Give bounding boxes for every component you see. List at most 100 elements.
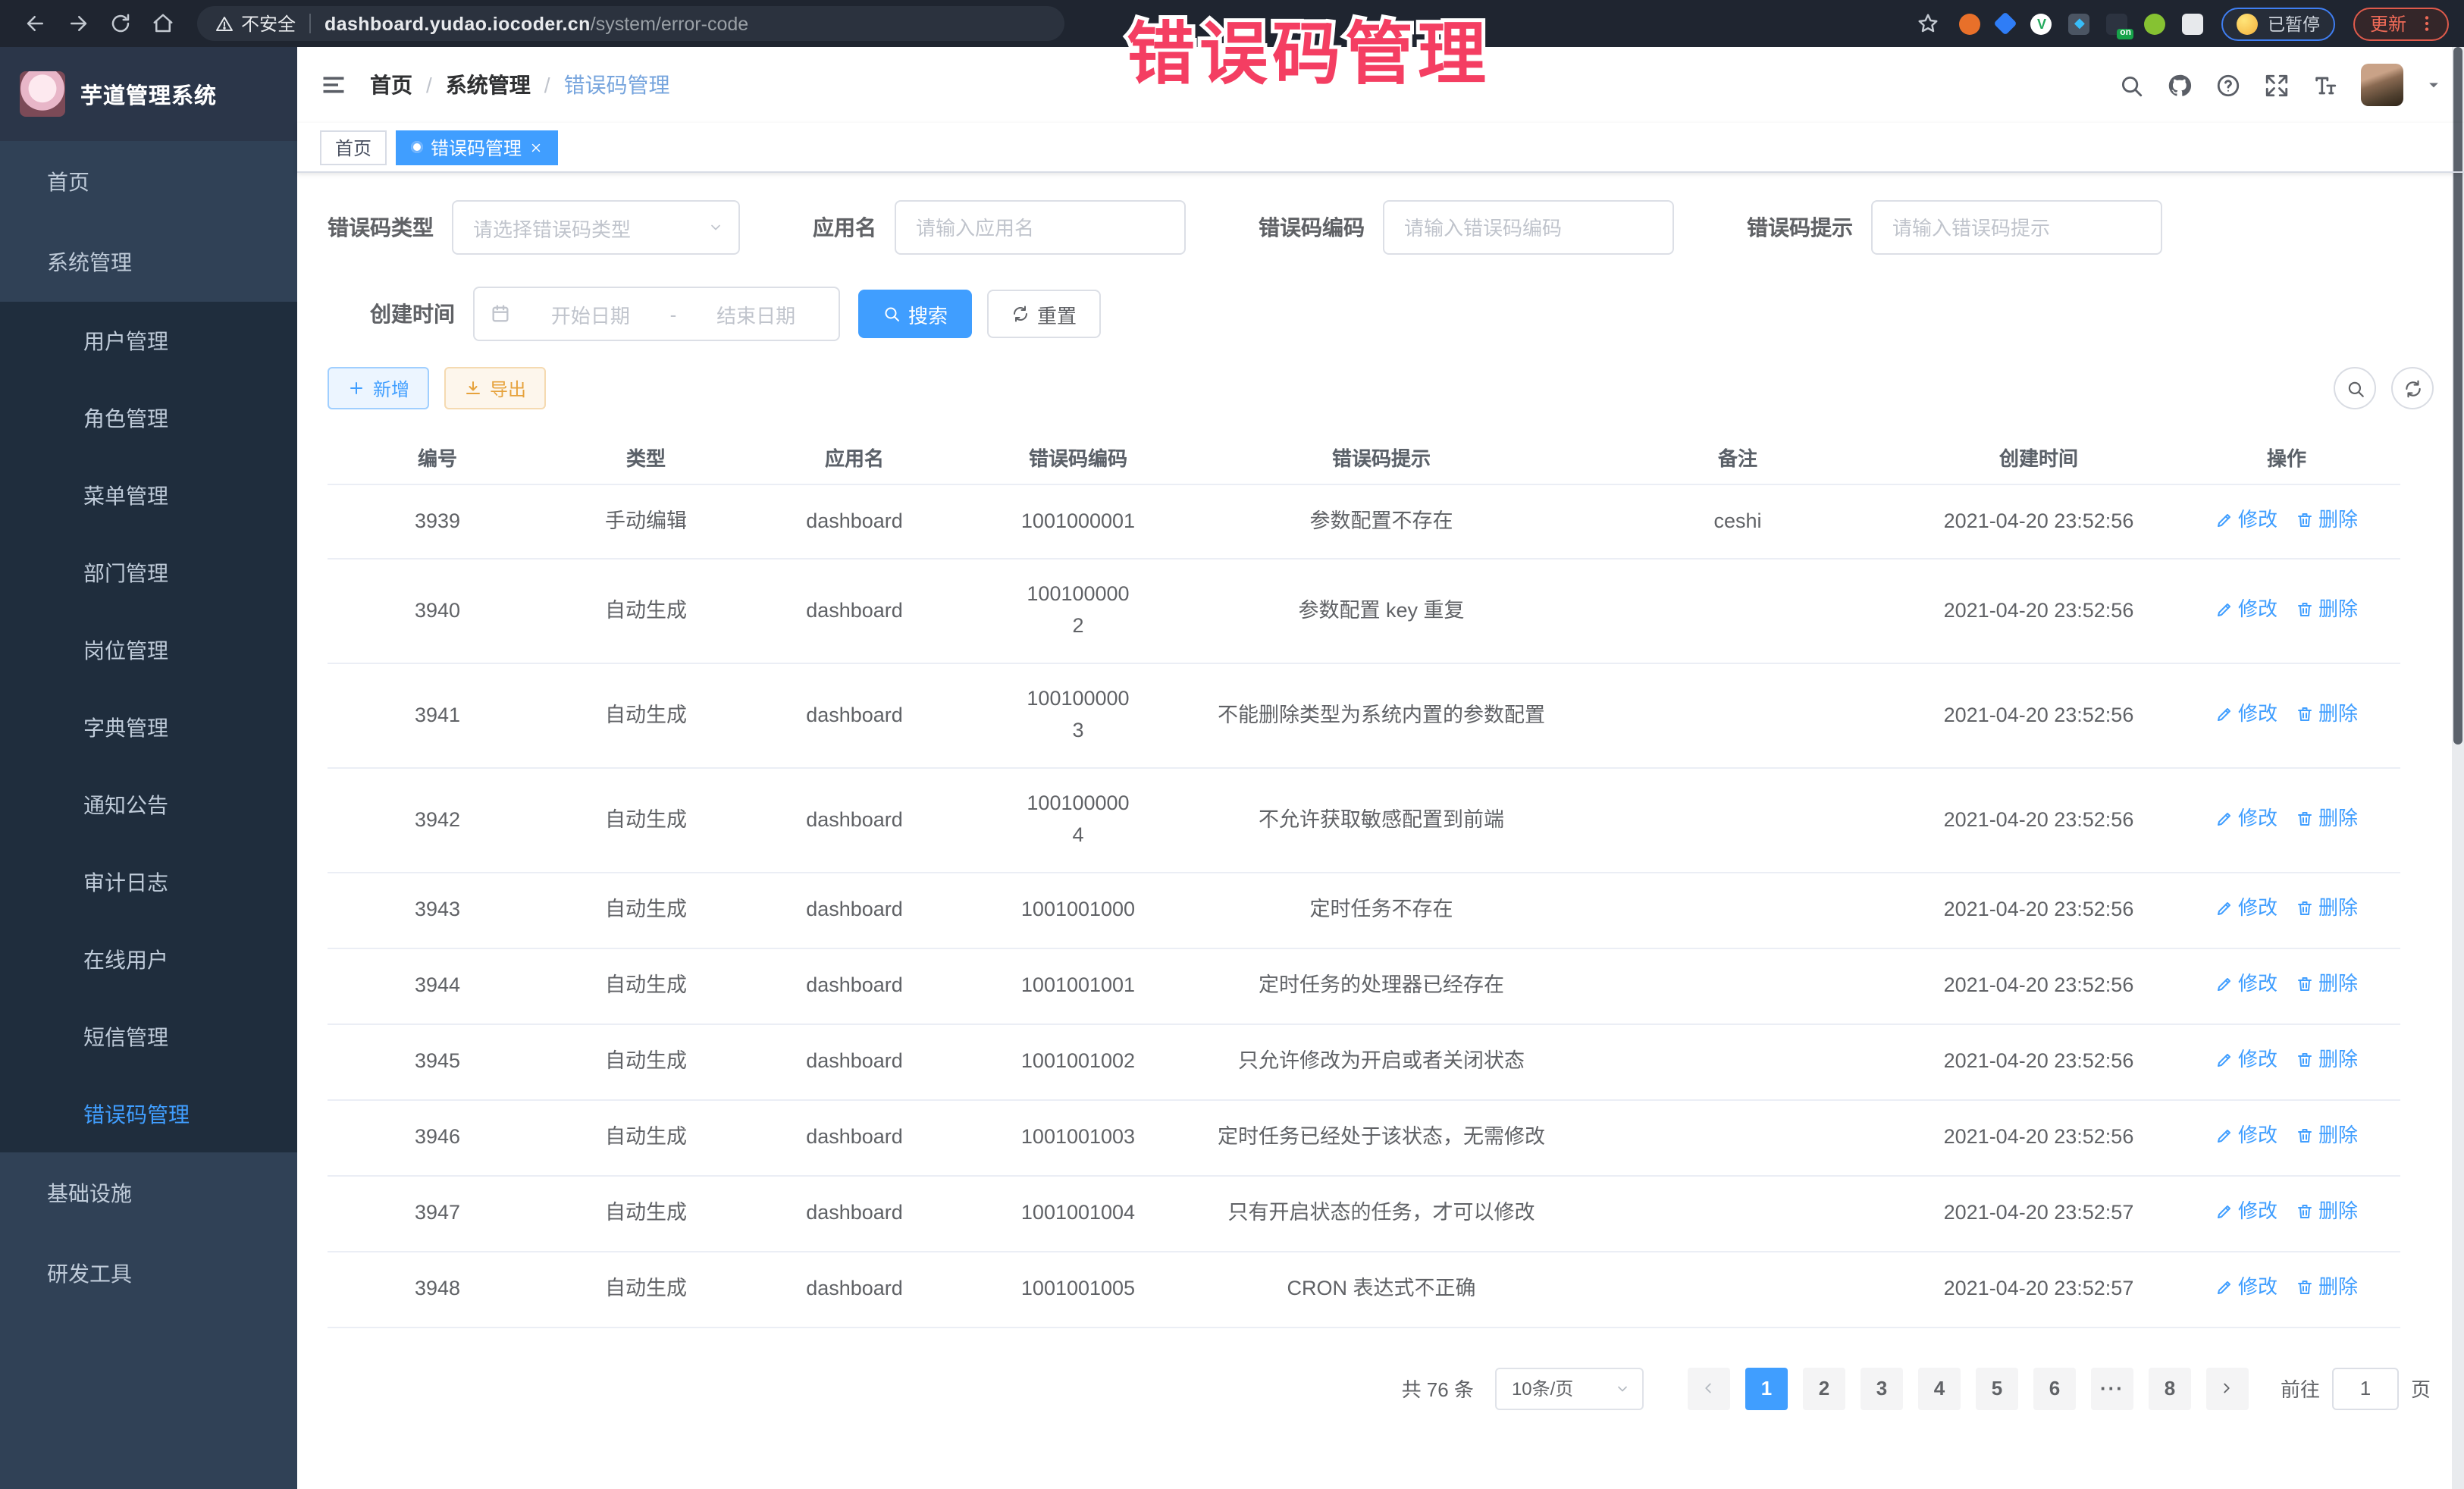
next-page-button[interactable] xyxy=(2206,1368,2249,1410)
search-button[interactable]: 搜索 xyxy=(858,290,972,338)
app-title: 芋道管理系统 xyxy=(80,78,217,110)
sidebar-item-sms-mail[interactable]: 短信管理 xyxy=(0,998,297,1075)
sidebar-item-dashboard[interactable]: 首页 xyxy=(0,141,297,221)
github-icon[interactable] xyxy=(2167,72,2193,98)
browser-update-menu-button[interactable]: 更新 xyxy=(2353,7,2449,40)
delete-link[interactable]: 删除 xyxy=(2296,969,2358,999)
profile-paused-pill[interactable]: 已暂停 xyxy=(2222,7,2335,40)
edit-link[interactable]: 修改 xyxy=(2215,803,2277,833)
export-button[interactable]: 导出 xyxy=(444,367,546,409)
sidebar-item-gear[interactable]: 系统管理 xyxy=(0,221,297,302)
page-button-4[interactable]: 4 xyxy=(1918,1368,1961,1410)
hamburger-icon[interactable] xyxy=(320,71,347,99)
edit-link[interactable]: 修改 xyxy=(2215,1045,2277,1075)
sidebar-item-label: 部门管理 xyxy=(83,557,168,588)
puzzle-extension-icon[interactable] xyxy=(2183,13,2204,34)
grid-extension-icon[interactable]: ◆ xyxy=(2069,13,2090,34)
edit-link[interactable]: 修改 xyxy=(2215,594,2277,625)
green-v-extension-icon[interactable]: V xyxy=(2031,13,2052,34)
sidebar-item-user[interactable]: 用户管理 xyxy=(0,302,297,379)
browser-home-icon[interactable] xyxy=(143,5,182,42)
header-search-icon[interactable] xyxy=(2118,72,2144,98)
green-key-extension-icon[interactable] xyxy=(2145,13,2166,34)
sidebar-item-audit-edit[interactable]: 审计日志 xyxy=(0,843,297,920)
sidebar-item-online-eye[interactable]: 在线用户 xyxy=(0,920,297,998)
page-button-2[interactable]: 2 xyxy=(1803,1368,1845,1410)
cell-operations: 修改删除 xyxy=(2173,873,2400,948)
breadcrumb-system[interactable]: 系统管理 xyxy=(446,70,531,100)
cell-type: 自动生成 xyxy=(547,768,745,873)
page-button-1[interactable]: 1 xyxy=(1745,1368,1788,1410)
dark-on-extension-icon[interactable]: on xyxy=(2107,13,2128,34)
cell-remark xyxy=(1571,664,1904,769)
user-avatar[interactable] xyxy=(2361,64,2403,106)
sidebar-item-menu-list[interactable]: 菜单管理 xyxy=(0,456,297,534)
tab-home[interactable]: 首页 xyxy=(320,130,387,165)
edit-link[interactable]: 修改 xyxy=(2215,1272,2277,1302)
sidebar-logo[interactable]: 芋道管理系统 xyxy=(0,47,297,141)
reset-button[interactable]: 重置 xyxy=(987,290,1101,338)
edit-link[interactable]: 修改 xyxy=(2215,504,2277,534)
font-size-icon[interactable] xyxy=(2312,72,2338,98)
error-hint-label: 错误码提示 xyxy=(1747,212,1871,243)
page-button-3[interactable]: 3 xyxy=(1861,1368,1903,1410)
table-row: 3940自动生成dashboard100100000 2参数配置 key 重复2… xyxy=(328,560,2400,664)
browser-forward-icon[interactable] xyxy=(58,5,97,42)
edit-link[interactable]: 修改 xyxy=(2215,1196,2277,1227)
delete-link[interactable]: 删除 xyxy=(2296,699,2358,729)
blue-gem-extension-icon[interactable] xyxy=(1994,11,2017,35)
delete-link[interactable]: 删除 xyxy=(2296,1272,2358,1302)
address-bar[interactable]: 不安全 dashboard.yudao.iocoder.cn /system/e… xyxy=(197,6,1064,41)
cell-remark xyxy=(1571,1100,1904,1176)
sidebar-item-id-card[interactable]: 岗位管理 xyxy=(0,611,297,688)
avatar-caret-down-icon[interactable] xyxy=(2426,77,2441,92)
edit-link[interactable]: 修改 xyxy=(2215,969,2277,999)
cell-code: 1001001004 xyxy=(964,1176,1192,1252)
sidebar-item-code-brackets[interactable]: 错误码管理 xyxy=(0,1075,297,1152)
delete-link[interactable]: 删除 xyxy=(2296,1121,2358,1151)
toggle-search-button[interactable] xyxy=(2334,367,2376,409)
page-button-8[interactable]: 8 xyxy=(2149,1368,2191,1410)
error-hint-input[interactable] xyxy=(1871,200,2162,255)
page-button-6[interactable]: 6 xyxy=(2033,1368,2076,1410)
delete-link[interactable]: 删除 xyxy=(2296,803,2358,833)
tab-close-icon[interactable] xyxy=(529,140,543,154)
delete-link[interactable]: 删除 xyxy=(2296,1045,2358,1075)
sidebar-item-users[interactable]: 角色管理 xyxy=(0,379,297,456)
sidebar-item-org-tree[interactable]: 部门管理 xyxy=(0,534,297,611)
prev-page-button[interactable] xyxy=(1688,1368,1730,1410)
docs-question-icon[interactable] xyxy=(2215,72,2241,98)
sidebar-item-dev-tools[interactable]: 研发工具 xyxy=(0,1233,297,1313)
add-button[interactable]: 新增 xyxy=(328,367,429,409)
page-size-select[interactable]: 10条/页 xyxy=(1495,1368,1644,1410)
download-icon xyxy=(464,379,482,397)
delete-link[interactable]: 删除 xyxy=(2296,893,2358,923)
page-button-5[interactable]: 5 xyxy=(1976,1368,2018,1410)
fullscreen-icon[interactable] xyxy=(2264,72,2290,98)
page-ellipsis-button[interactable]: ··· xyxy=(2091,1368,2133,1410)
orange-circle-extension-icon[interactable] xyxy=(1960,13,1981,34)
browser-reload-icon[interactable] xyxy=(100,5,140,42)
delete-link[interactable]: 删除 xyxy=(2296,1196,2358,1227)
edit-link[interactable]: 修改 xyxy=(2215,1121,2277,1151)
tab-error-code[interactable]: 错误码管理 xyxy=(396,130,558,165)
edit-link[interactable]: 修改 xyxy=(2215,893,2277,923)
page-scrollbar[interactable] xyxy=(2452,47,2464,1489)
edit-link[interactable]: 修改 xyxy=(2215,699,2277,729)
sidebar-item-announcement-bubble[interactable]: 通知公告 xyxy=(0,766,297,843)
app-name-input[interactable] xyxy=(895,200,1186,255)
delete-link[interactable]: 删除 xyxy=(2296,504,2358,534)
sidebar-item-infra-box[interactable]: 基础设施 xyxy=(0,1152,297,1233)
cell-app: dashboard xyxy=(745,484,964,560)
date-range-picker[interactable]: 开始日期 - 结束日期 xyxy=(473,287,840,341)
create-time-label: 创建时间 xyxy=(370,299,473,329)
browser-back-icon[interactable] xyxy=(15,5,55,42)
error-code-input[interactable] xyxy=(1383,200,1674,255)
error-type-select[interactable]: 请选择错误码类型 xyxy=(452,200,740,255)
refresh-table-button[interactable] xyxy=(2391,367,2434,409)
goto-page-input[interactable] xyxy=(2332,1368,2399,1410)
breadcrumb-home[interactable]: 首页 xyxy=(370,70,412,100)
bookmark-star-icon[interactable] xyxy=(1908,5,1948,42)
sidebar-item-dictionary-book[interactable]: 字典管理 xyxy=(0,688,297,766)
delete-link[interactable]: 删除 xyxy=(2296,594,2358,625)
